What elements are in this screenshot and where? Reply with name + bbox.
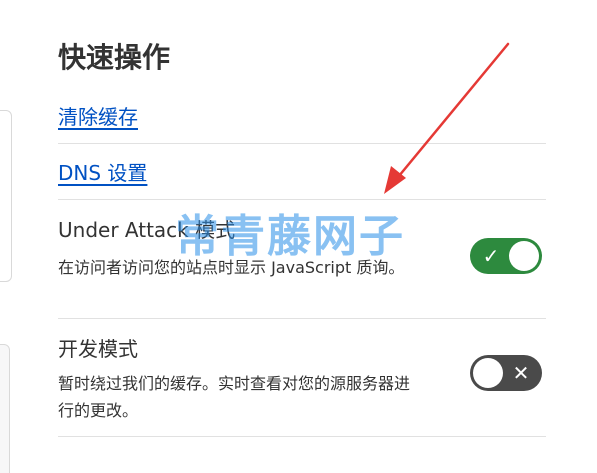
divider — [58, 143, 546, 144]
dev-mode-toggle[interactable]: ✕ — [470, 355, 542, 391]
divider — [58, 436, 546, 437]
under-attack-toggle[interactable]: ✓ — [470, 238, 542, 274]
toggle-knob — [473, 358, 503, 388]
toggle-knob — [509, 241, 539, 271]
panel-title: 快速操作 — [58, 41, 171, 74]
under-attack-title: Under Attack 模式 — [58, 218, 236, 242]
clear-cache-link[interactable]: 清除缓存 — [58, 104, 138, 130]
dev-mode-description: 暂时绕过我们的缓存。实时查看对您的源服务器进行的更改。 — [58, 374, 411, 420]
under-attack-description: 在访问者访问您的站点时显示 JavaScript 质询。 — [58, 258, 405, 277]
page: 快速操作 清除缓存 DNS 设置 Under Attack 模式 在访问者访问您… — [0, 0, 597, 473]
left-card-edge-2 — [0, 344, 10, 473]
check-icon: ✓ — [482, 244, 500, 268]
left-card-edge — [0, 110, 12, 282]
dev-mode-title: 开发模式 — [58, 337, 138, 361]
dns-settings-link[interactable]: DNS 设置 — [58, 160, 147, 186]
divider — [58, 199, 546, 200]
close-icon: ✕ — [512, 361, 530, 385]
divider — [58, 318, 546, 319]
